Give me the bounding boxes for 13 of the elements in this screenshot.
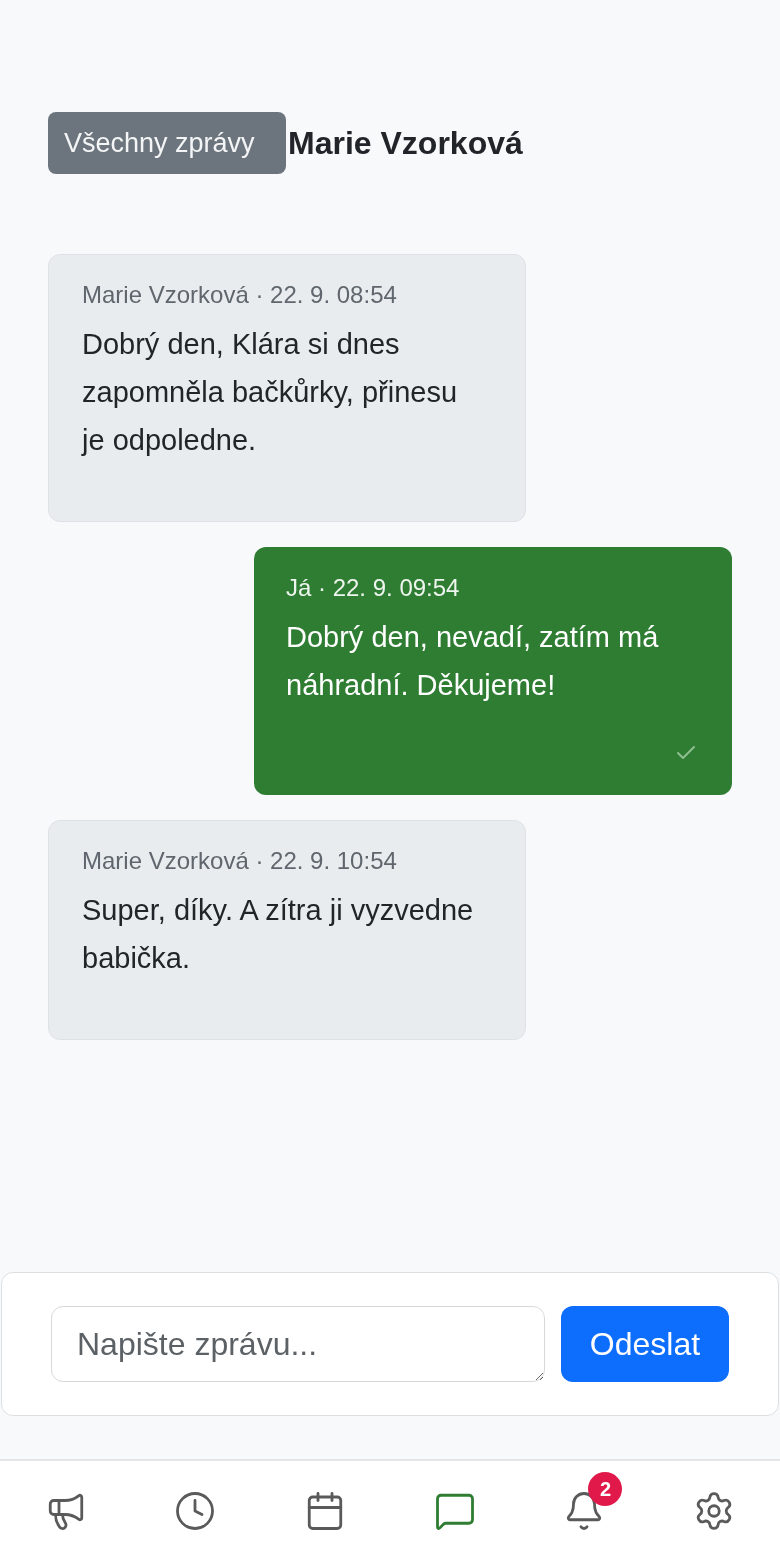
message-text: Super, díky. A zítra ji vyzvedne babička. [82, 893, 475, 976]
conversation-title: Marie Vzorková [288, 124, 523, 163]
send-button[interactable]: Odeslat [561, 1306, 729, 1382]
nav-tab[interactable]: 2 [542, 1468, 627, 1553]
message-meta: Marie Vzorková · 22. 9. 10:54 [82, 846, 398, 876]
back-button[interactable]: Všechny zprávy [48, 112, 286, 174]
notification-badge: 2 [588, 1471, 623, 1506]
message-meta: Marie Vzorková · 22. 9. 08:54 [82, 280, 398, 310]
message-meta: Já · 22. 9. 09:54 [286, 573, 461, 603]
message-text: Dobrý den, nevadí, zatím má náhradní. Děkujeme! [286, 620, 660, 703]
clock-icon [174, 1489, 217, 1532]
message-input[interactable]: Napište zprávu... [51, 1306, 545, 1382]
message-text: Dobrý den, Klára si dnes zapomněla bačkůrky, přinesu je odpoledne. [82, 327, 459, 458]
